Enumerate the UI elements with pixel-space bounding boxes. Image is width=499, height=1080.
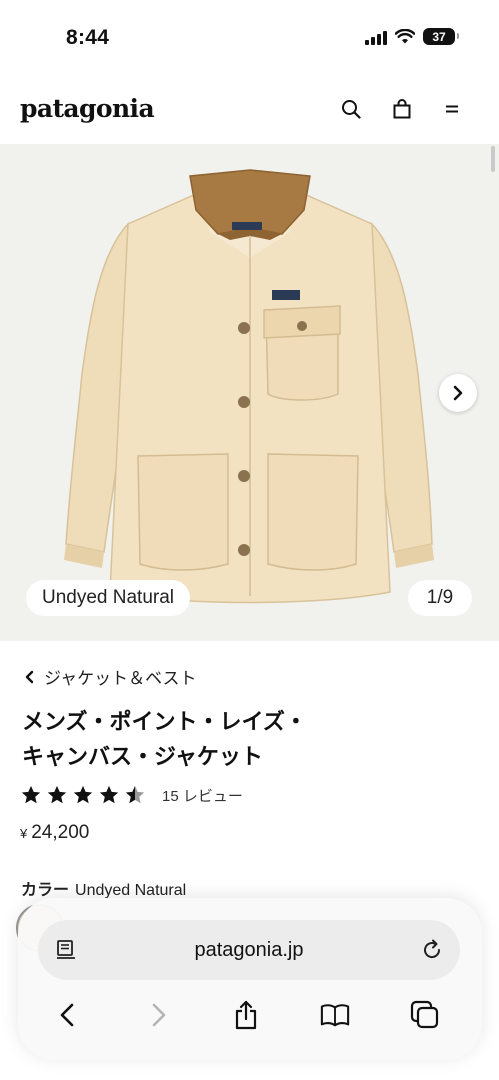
- review-count-link[interactable]: 15 レビュー: [162, 785, 243, 806]
- breadcrumb-label: ジャケット＆ベスト: [44, 669, 197, 688]
- tabs-button[interactable]: [410, 1000, 440, 1030]
- cart-button[interactable]: [389, 96, 415, 122]
- status-time: 8:44: [66, 26, 110, 49]
- product-rating: 15 レビュー: [20, 784, 243, 806]
- reload-icon: [424, 939, 441, 959]
- star-icon: [99, 785, 119, 804]
- forward-button[interactable]: [144, 1000, 174, 1030]
- star-icon: [47, 785, 67, 804]
- price-value: 24,200: [31, 822, 90, 843]
- image-color-chip: Undyed Natural: [26, 580, 191, 616]
- product-price: ¥24,200: [20, 822, 89, 844]
- battery-icon: 37: [423, 28, 459, 45]
- site-header: patagonia: [0, 84, 499, 136]
- currency-symbol: ¥: [20, 826, 28, 841]
- share-button[interactable]: [231, 1000, 261, 1030]
- chevron-right-icon: [453, 385, 463, 401]
- chevron-left-icon: [25, 670, 34, 683]
- star-icon: [21, 785, 41, 804]
- search-icon: [342, 100, 361, 119]
- search-button[interactable]: [338, 96, 364, 122]
- chevron-left-icon: [60, 1003, 74, 1027]
- color-label: カラー: [21, 882, 70, 899]
- selected-color: カラー Undyed Natural: [21, 876, 186, 900]
- product-title: メンズ・ポイント・レイズ・ キャンバス・ジャケット: [22, 704, 482, 774]
- product-title-line1: メンズ・ポイント・レイズ・: [22, 709, 307, 734]
- book-icon: [320, 1004, 350, 1027]
- half-star-icon: [125, 785, 145, 804]
- next-image-button[interactable]: [439, 374, 477, 412]
- shopping-bag-icon: [393, 99, 411, 119]
- cellular-signal-icon: [365, 29, 387, 45]
- breadcrumb[interactable]: ジャケット＆ベスト: [24, 664, 197, 689]
- product-title-line2: キャンバス・ジャケット: [22, 744, 263, 769]
- image-pager: 1/9: [408, 580, 472, 616]
- browser-toolbar: patagonia.jp: [18, 898, 482, 1060]
- menu-icon: [446, 105, 458, 113]
- bookmarks-button[interactable]: [320, 1000, 350, 1030]
- status-icons: 37: [365, 28, 459, 45]
- wifi-icon: [395, 28, 415, 43]
- menu-button[interactable]: [439, 96, 465, 122]
- tabs-icon: [410, 1000, 439, 1029]
- reload-button[interactable]: [420, 938, 444, 962]
- patagonia-logo[interactable]: patagonia: [20, 94, 155, 123]
- share-icon: [235, 1000, 257, 1030]
- rating-stars: [20, 784, 146, 806]
- chevron-right-icon: [152, 1003, 166, 1027]
- status-bar: 8:44 37: [0, 0, 499, 72]
- color-value: Undyed Natural: [75, 882, 187, 899]
- url-text: patagonia.jp: [194, 939, 304, 961]
- product-image-carousel[interactable]: Undyed Natural 1/9: [0, 144, 499, 641]
- address-bar[interactable]: patagonia.jp: [38, 920, 460, 980]
- page-scrollbar[interactable]: [491, 146, 495, 172]
- star-icon: [73, 785, 93, 804]
- jacket-image: [64, 169, 434, 604]
- back-button[interactable]: [52, 1000, 82, 1030]
